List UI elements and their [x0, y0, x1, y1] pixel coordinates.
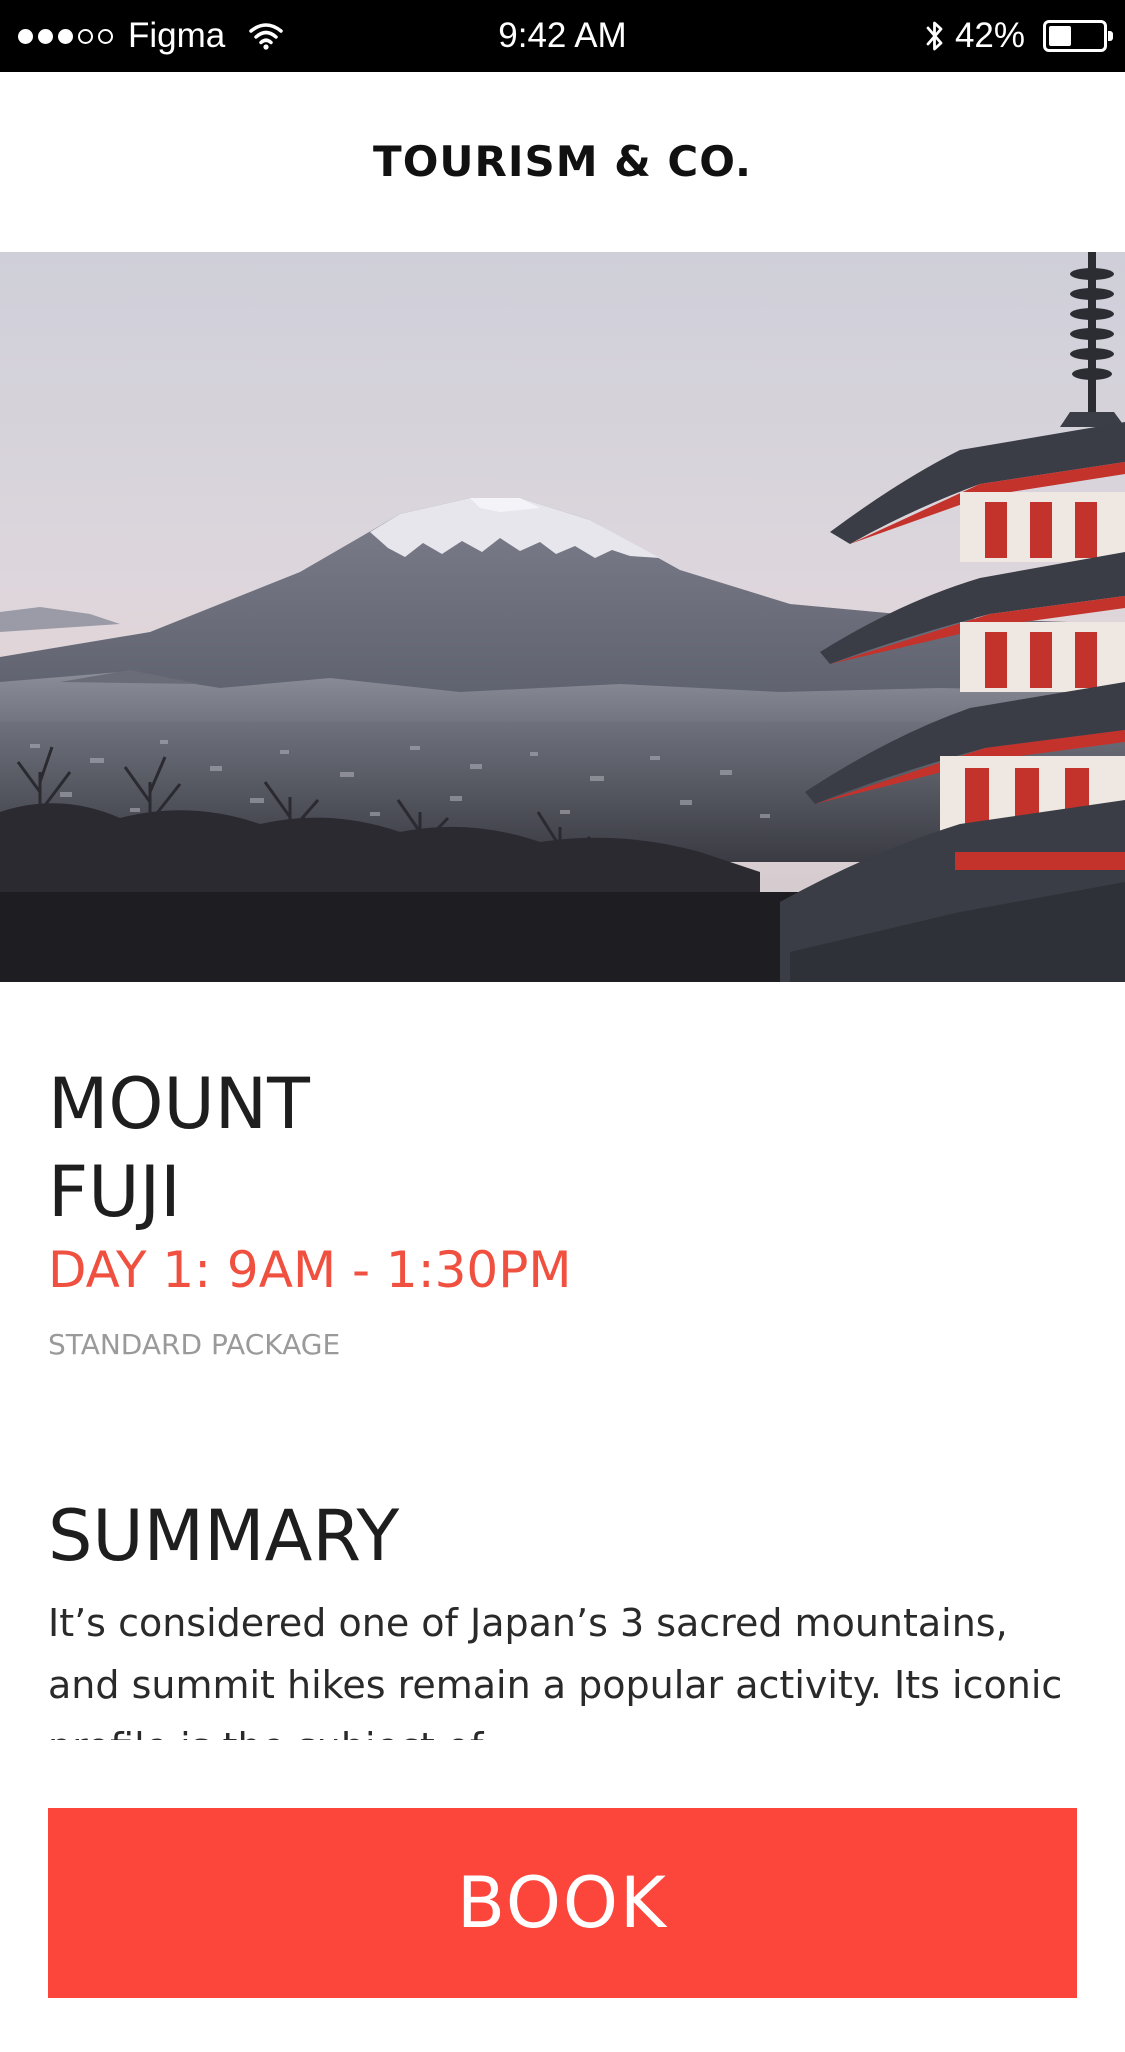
- status-bar: Figma 9:42 AM 42%: [0, 0, 1125, 72]
- hero-illustration: [0, 252, 1125, 982]
- tour-schedule: DAY 1: 9AM - 1:30PM: [48, 1241, 572, 1299]
- place-title-line-2: FUJI: [48, 1151, 181, 1233]
- status-right: 42%: [925, 0, 1113, 72]
- summary-text: It’s considered one of Japan’s 3 sacred …: [48, 1601, 1063, 1740]
- hero-image: [0, 252, 1125, 982]
- battery-icon: [1043, 20, 1113, 52]
- battery-level-fill: [1049, 26, 1071, 46]
- place-title: MOUNT FUJI: [48, 1060, 748, 1236]
- battery-cap: [1108, 31, 1113, 41]
- summary-scroll-area[interactable]: It’s considered one of Japan’s 3 sacred …: [48, 1592, 1077, 1740]
- battery-percentage: 42%: [954, 16, 1025, 55]
- app-title: TOURISM & CO.: [373, 137, 752, 186]
- place-title-line-1: MOUNT: [48, 1063, 310, 1145]
- package-label: STANDARD PACKAGE: [48, 1328, 341, 1361]
- app-header: TOURISM & CO.: [0, 72, 1125, 252]
- bluetooth-icon: [926, 21, 943, 51]
- book-button[interactable]: BOOK: [48, 1808, 1077, 1998]
- summary-heading: SUMMARY: [48, 1495, 400, 1577]
